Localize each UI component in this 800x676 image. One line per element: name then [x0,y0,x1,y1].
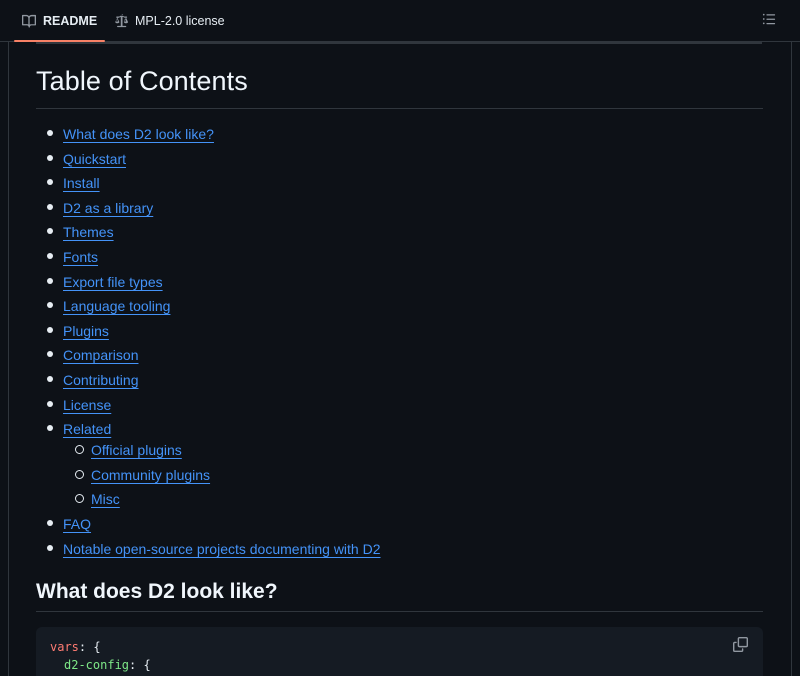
code-line: vars: { [50,640,101,654]
toc-link[interactable]: Plugins [63,323,109,339]
toc-subitem: Misc [63,489,381,514]
toc-item: Notable open-source projects documenting… [36,539,381,564]
toc-item: Export file types [36,272,381,297]
toc-item: What does D2 look like? [36,124,381,149]
page-title: Table of Contents [36,66,248,96]
toc-link[interactable]: Language tooling [63,298,170,314]
scale-icon [114,13,128,28]
toc-link[interactable]: Notable open-source projects documenting… [63,541,381,557]
title-divider [36,108,763,109]
toc-link[interactable]: Quickstart [63,151,126,167]
code-keyword: vars [50,640,79,654]
code-property: d2-config [64,658,130,672]
code-block: vars: { d2-config: { [36,627,763,676]
section-divider [36,611,763,612]
code-punctuation: : { [78,640,101,654]
list-unordered-icon [762,13,776,30]
section-heading: What does D2 look like? [36,580,278,603]
toc-link[interactable]: What does D2 look like? [63,126,214,142]
toc-item: FAQ [36,514,381,539]
tab-license[interactable]: MPL-2.0 license [112,0,227,41]
toc-item: Install [36,173,381,198]
tab-readme[interactable]: README [14,0,106,42]
content-top-divider [36,42,762,44]
toc-item: Related Official plugins Community plugi… [36,419,381,514]
toc-item: Fonts [36,247,381,272]
toc-link[interactable]: Fonts [63,249,98,265]
toc-item: Contributing [36,370,381,395]
toc-subitem: Community plugins [63,465,381,490]
outline-button[interactable] [762,12,778,28]
toc-link[interactable]: License [63,397,111,413]
toc-item: License [36,395,381,420]
toc-sublink[interactable]: Community plugins [91,467,210,483]
readme-tabbar: README MPL-2.0 license [0,0,800,42]
toc-sublink[interactable]: Official plugins [91,442,182,458]
toc-sublist: Official plugins Community plugins Misc [63,440,381,514]
toc-link[interactable]: Install [63,175,100,191]
toc-link[interactable]: Contributing [63,372,139,388]
code-line: d2-config: { [64,658,151,672]
toc-item: Comparison [36,345,381,370]
code-punctuation: : { [129,658,151,672]
toc-link[interactable]: D2 as a library [63,200,153,216]
book-icon [22,14,36,28]
copy-button[interactable] [733,637,749,653]
toc-link[interactable]: Export file types [63,274,163,290]
toc-subitem: Official plugins [63,440,381,465]
toc-item: D2 as a library [36,198,381,223]
toc-link[interactable]: Comparison [63,347,138,363]
tab-license-label: MPL-2.0 license [135,13,225,28]
toc-item: Quickstart [36,149,381,174]
toc-item: Themes [36,222,381,247]
tab-readme-label: README [43,13,98,28]
table-of-contents: What does D2 look like? Quickstart Insta… [36,124,381,563]
toc-link[interactable]: Themes [63,224,114,240]
toc-item: Language tooling [36,296,381,321]
toc-link[interactable]: Related [63,421,111,437]
copy-icon [733,637,748,655]
toc-item: Plugins [36,321,381,346]
toc-link[interactable]: FAQ [63,516,91,532]
toc-sublink[interactable]: Misc [91,491,120,507]
